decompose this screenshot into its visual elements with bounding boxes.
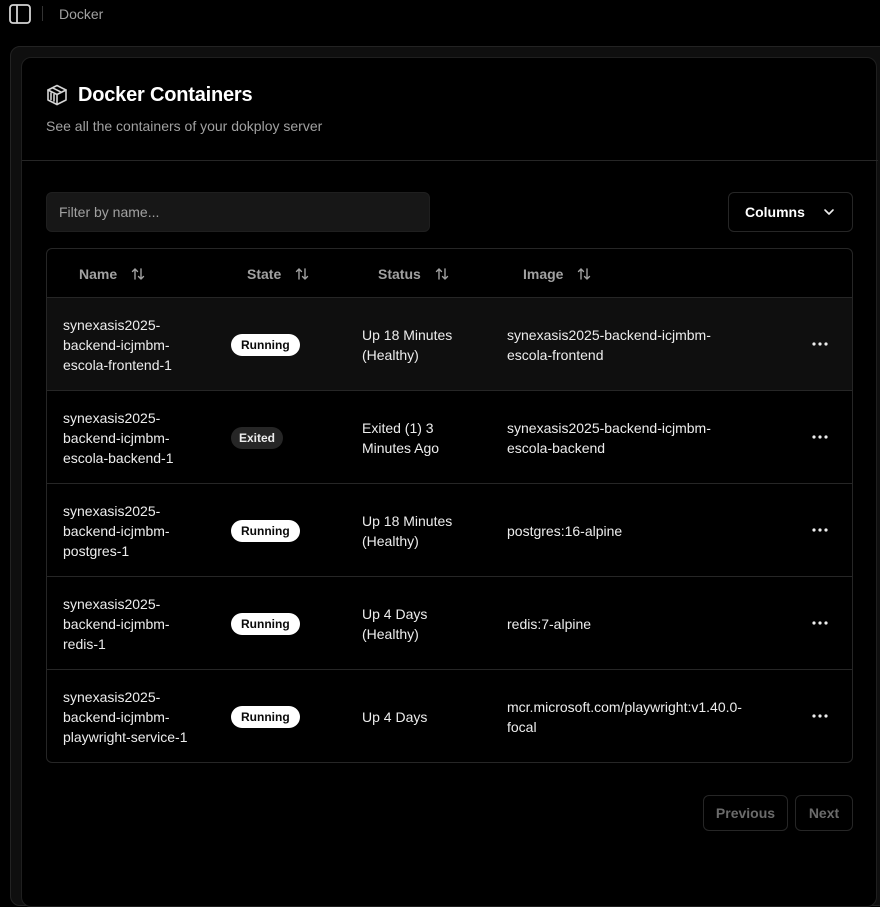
- state-cell: Running: [231, 298, 300, 391]
- top-bar: Docker: [0, 0, 880, 30]
- breadcrumb-docker[interactable]: Docker: [59, 6, 103, 22]
- table-row[interactable]: synexasis2025- backend-icjmbm- playwrigh…: [47, 670, 852, 762]
- container-status: Up 4 Days (Healthy): [362, 605, 428, 642]
- container-name: synexasis2025- backend-icjmbm- redis-1: [63, 595, 170, 652]
- table-row[interactable]: synexasis2025- backend-icjmbm- escola-fr…: [47, 298, 852, 391]
- more-actions-icon[interactable]: [805, 329, 835, 359]
- status-badge: Running: [231, 705, 300, 728]
- column-header-status[interactable]: Status: [378, 249, 450, 298]
- column-header-state[interactable]: State: [247, 249, 310, 298]
- sort-arrows-icon: [296, 267, 309, 280]
- container-name: synexasis2025- backend-icjmbm- escola-fr…: [63, 316, 172, 373]
- container-name: synexasis2025- backend-icjmbm- escola-ba…: [63, 409, 174, 466]
- columns-button[interactable]: Columns: [728, 192, 853, 232]
- page-title: Docker Containers: [78, 84, 253, 106]
- column-header-label: Image: [523, 265, 564, 282]
- more-actions-icon[interactable]: [805, 701, 835, 731]
- filter-by-name-input[interactable]: [46, 192, 430, 232]
- state-cell: Exited: [231, 391, 284, 484]
- more-actions-icon[interactable]: [805, 422, 835, 452]
- next-page-button[interactable]: Next: [795, 795, 853, 831]
- column-header-label: Name: [79, 265, 118, 282]
- container-status: Up 4 Days: [362, 708, 428, 725]
- container-image: mcr.microsoft.com/playwright:v1.40.0- fo…: [507, 698, 742, 735]
- columns-button-label: Columns: [745, 204, 805, 220]
- state-cell: Running: [231, 577, 300, 670]
- card-header: Docker Containers See all the containers…: [22, 58, 878, 161]
- topbar-separator: [42, 6, 43, 21]
- container-status: Exited (1) 3 Minutes Ago: [362, 419, 440, 456]
- state-cell: Running: [231, 484, 300, 577]
- containers-table: Name State Status Image synexasis2025- b…: [46, 248, 853, 763]
- status-badge: Running: [231, 519, 300, 542]
- docker-containers-card: Docker Containers See all the containers…: [21, 57, 878, 907]
- page-subtitle: See all the containers of your dokploy s…: [46, 118, 323, 134]
- chevron-down-icon: [822, 205, 836, 219]
- container-status: Up 18 Minutes (Healthy): [362, 512, 453, 549]
- column-header-label: Status: [378, 265, 421, 282]
- column-header-image[interactable]: Image: [523, 249, 592, 298]
- status-badge: Exited: [231, 426, 284, 449]
- container-box-icon: [45, 83, 69, 107]
- status-badge: Running: [231, 333, 300, 356]
- sort-arrows-icon: [435, 267, 448, 280]
- container-image: synexasis2025-backend-icjmbm- escola-bac…: [507, 419, 711, 456]
- column-header-label: State: [247, 265, 282, 282]
- container-image: synexasis2025-backend-icjmbm- escola-fro…: [507, 326, 711, 363]
- more-actions-icon[interactable]: [805, 608, 835, 638]
- container-status: Up 18 Minutes (Healthy): [362, 326, 453, 363]
- more-actions-icon[interactable]: [805, 515, 835, 545]
- container-image: redis:7-alpine: [507, 615, 592, 632]
- container-name: synexasis2025- backend-icjmbm- playwrigh…: [63, 688, 188, 745]
- status-badge: Running: [231, 612, 300, 635]
- sidebar-toggle-icon[interactable]: [9, 4, 31, 24]
- table-header: Name State Status Image: [47, 249, 852, 298]
- container-image: postgres:16-alpine: [507, 522, 623, 539]
- table-row[interactable]: synexasis2025- backend-icjmbm- redis-1 R…: [47, 577, 852, 670]
- table-row[interactable]: synexasis2025- backend-icjmbm- escola-ba…: [47, 391, 852, 484]
- sort-arrows-icon: [578, 267, 591, 280]
- sort-arrows-icon: [131, 267, 145, 280]
- column-header-name[interactable]: Name: [79, 249, 146, 298]
- container-name: synexasis2025- backend-icjmbm- postgres-…: [63, 502, 170, 559]
- state-cell: Running: [231, 670, 300, 762]
- table-row[interactable]: synexasis2025- backend-icjmbm- postgres-…: [47, 484, 852, 577]
- previous-page-button[interactable]: Previous: [703, 795, 788, 831]
